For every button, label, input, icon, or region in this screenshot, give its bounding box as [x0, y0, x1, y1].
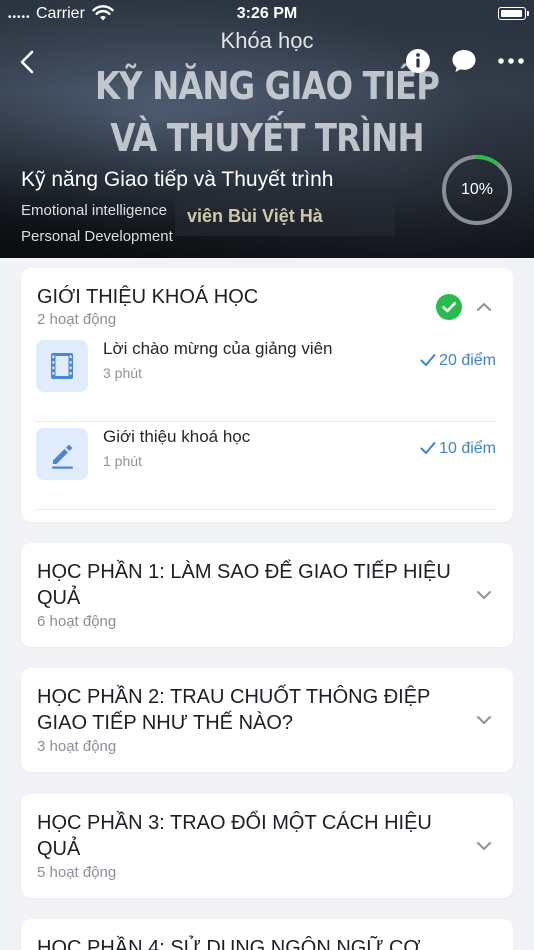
- section-module-2[interactable]: HỌC PHẦN 2: TRAU CHUỐT THÔNG ĐIỆP GIAO T…: [21, 668, 513, 772]
- pencil-icon: [36, 428, 88, 480]
- info-icon[interactable]: [404, 47, 432, 75]
- section-title-line: HỌC PHẦN 3: TRAO ĐỔI MỘT CÁCH HIỆU: [37, 812, 432, 834]
- course-title: Kỹ năng Giao tiếp và Thuyết trình: [21, 168, 334, 191]
- chevron-down-icon[interactable]: [475, 586, 493, 604]
- section-title: GIỚI THIỆU KHOÁ HỌC: [37, 286, 259, 308]
- progress-ring: 10%: [440, 153, 514, 227]
- status-bar: ••••• Carrier 3:26 PM: [0, 0, 534, 28]
- section-title: HỌC PHẦN 1: LÀM SAO ĐỂ GIAO TIẾP HIỆU QU…: [37, 559, 457, 611]
- course-tag: Personal Development: [21, 228, 173, 245]
- activity-duration: 1 phút: [103, 453, 142, 469]
- section-title: HỌC PHẦN 2: TRAU CHUỐT THÔNG ĐIỆP GIAO T…: [37, 684, 457, 736]
- chevron-up-icon[interactable]: [475, 298, 493, 316]
- course-tag: Emotional intelligence: [21, 202, 167, 219]
- section-title-line: HỌC PHẦN 1: LÀM SAO ĐỂ GIAO TIẾP HIỆU: [37, 561, 451, 583]
- course-poster: KỸ NĂNG GIAO TIẾP VÀ THUYẾT TRÌNH: [0, 60, 534, 164]
- section-title: HỌC PHẦN 4: SỬ DỤNG NGÔN NGỮ CƠ: [37, 937, 421, 950]
- chevron-down-icon[interactable]: [475, 837, 493, 855]
- checkmark-icon: [420, 442, 436, 454]
- activity-item[interactable]: Lời chào mừng của giảng viên 3 phút 20 đ…: [36, 334, 496, 422]
- points-label: 10 điểm: [439, 440, 496, 457]
- section-title-line: HỌC PHẦN 2: TRAU CHUỐT THÔNG ĐIỆP: [37, 686, 431, 708]
- activity-name: Giới thiệu khoá học: [103, 427, 251, 446]
- section-intro: GIỚI THIỆU KHOÁ HỌC 2 hoạt động Lời chào…: [21, 268, 513, 522]
- progress-label: 10%: [460, 181, 494, 198]
- section-module-3[interactable]: HỌC PHẦN 3: TRAO ĐỔI MỘT CÁCH HIỆU QUẢ 5…: [21, 794, 513, 898]
- section-title: HỌC PHẦN 3: TRAO ĐỔI MỘT CÁCH HIỆU QUẢ: [37, 810, 457, 862]
- section-module-4[interactable]: HỌC PHẦN 4: SỬ DỤNG NGÔN NGỮ CƠ: [21, 919, 513, 950]
- back-button[interactable]: [14, 48, 42, 76]
- activity-duration: 3 phút: [103, 365, 142, 381]
- section-title-line: GIAO TIẾP NHƯ THẾ NÀO?: [37, 712, 294, 734]
- section-title-line: QUẢ: [37, 587, 81, 609]
- section-activity-count: 5 hoạt động: [37, 864, 117, 881]
- divider: [36, 509, 496, 510]
- film-icon: [36, 340, 88, 392]
- activity-item[interactable]: Giới thiệu khoá học 1 phút 10 điểm: [36, 422, 496, 510]
- poster-line-2: VÀ THUYẾT TRÌNH: [110, 116, 424, 160]
- section-activity-count: 6 hoạt động: [37, 613, 117, 630]
- points-label: 20 điểm: [439, 352, 496, 369]
- completed-check-icon: [436, 294, 462, 320]
- chat-bubble-icon[interactable]: [450, 47, 478, 75]
- section-activity-count: 3 hoạt động: [37, 738, 117, 755]
- checkmark-icon: [420, 354, 436, 366]
- clock-label: 3:26 PM: [236, 5, 298, 22]
- more-icon[interactable]: [497, 47, 525, 75]
- section-module-1[interactable]: HỌC PHẦN 1: LÀM SAO ĐỂ GIAO TIẾP HIỆU QU…: [21, 543, 513, 647]
- activity-name: Lời chào mừng của giảng viên: [103, 339, 333, 358]
- activity-points: 20 điểm: [420, 352, 496, 370]
- section-title-line: QUẢ: [37, 838, 81, 860]
- poster-subtitle: viên Bùi Việt Hà: [175, 196, 395, 236]
- chevron-down-icon[interactable]: [475, 711, 493, 729]
- battery-icon: [498, 7, 529, 20]
- activity-points: 10 điểm: [420, 440, 496, 458]
- section-activity-count: 2 hoạt động: [37, 311, 117, 328]
